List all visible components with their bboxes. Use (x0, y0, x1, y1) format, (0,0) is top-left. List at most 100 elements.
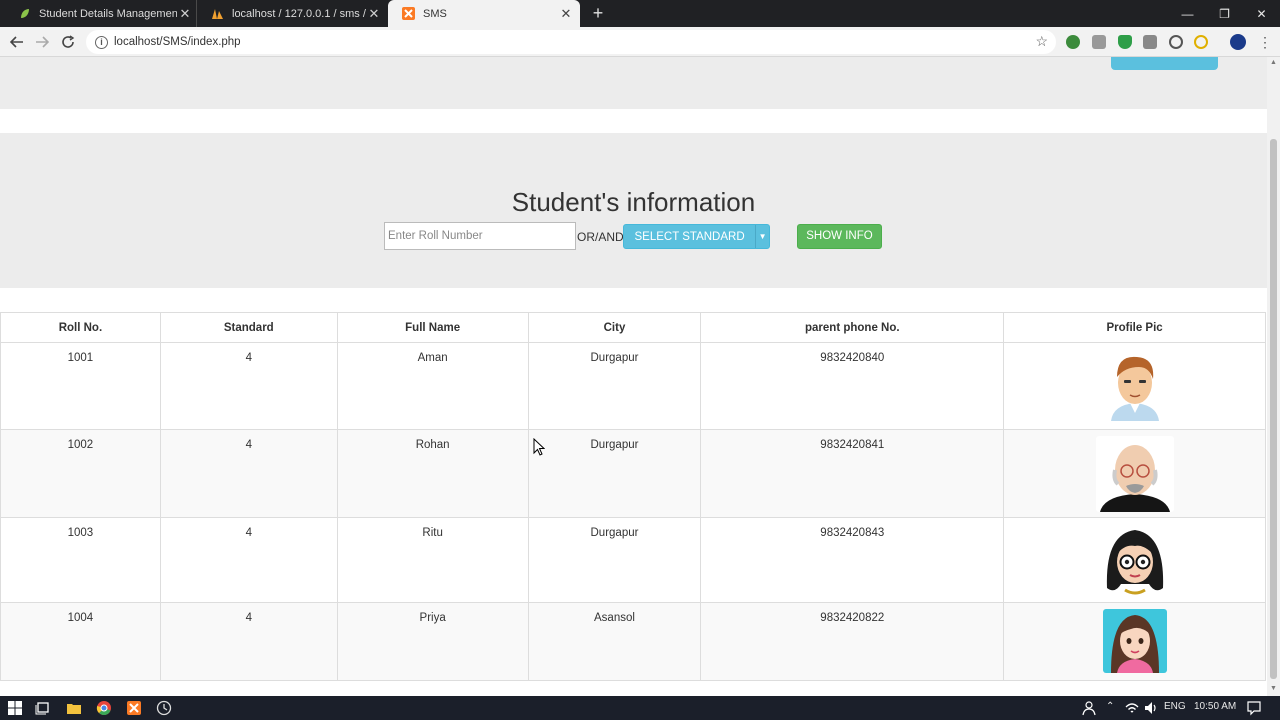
new-tab-button[interactable]: + (588, 3, 608, 24)
roll-cell: 1002 (0, 429, 161, 518)
standard-cell: 4 (159, 429, 338, 518)
address-url: localhost/SMS/index.php (114, 36, 241, 48)
woman-glasses-avatar (1102, 524, 1167, 596)
info-icon[interactable]: i (95, 35, 108, 49)
file-explorer-icon[interactable] (66, 700, 82, 716)
bald-man-avatar (1095, 436, 1174, 512)
city-cell: Durgapur (527, 342, 702, 430)
show-hidden-icons-chevron-icon[interactable]: ⌃ (1106, 701, 1114, 712)
city-cell: Durgapur (527, 429, 702, 518)
city-cell: Durgapur (527, 517, 702, 603)
extension-icon[interactable] (1143, 35, 1157, 49)
minimize-button[interactable]: — (1169, 0, 1206, 27)
page-scrollbar[interactable]: ▲ ▼ (1267, 57, 1280, 696)
block-extension-icon[interactable] (1169, 35, 1183, 49)
table-row: 1002 4 Rohan Durgapur 9832420841 (0, 429, 1266, 518)
show-info-button[interactable]: SHOW INFO (797, 224, 882, 249)
standard-cell: 4 (159, 517, 338, 603)
menu-kebab-icon[interactable]: ⋮ (1254, 31, 1276, 53)
students-table: Roll No. Standard Full Name City parent … (0, 312, 1266, 681)
close-tab-icon[interactable]: ✕ (558, 6, 574, 22)
wifi-icon[interactable] (1124, 700, 1140, 716)
browser-tab[interactable]: Student Details Management Sy ✕ (4, 0, 199, 27)
roll-number-input[interactable] (384, 222, 576, 250)
roll-cell: 1004 (0, 602, 161, 681)
scroll-down-arrow-icon[interactable]: ▼ (1267, 685, 1280, 692)
girl-avatar (1102, 609, 1167, 673)
xampp-icon (402, 7, 415, 20)
address-bar[interactable]: i localhost/SMS/index.php ☆ (86, 30, 1056, 54)
task-view-icon[interactable] (35, 700, 51, 716)
clock[interactable]: 10:50 AM (1194, 701, 1236, 712)
or-and-label: OR/AND (577, 230, 624, 244)
profile-pic-cell (1003, 517, 1266, 603)
phone-cell: 9832420840 (700, 342, 1005, 430)
header-button[interactable] (1111, 57, 1218, 70)
standard-cell: 4 (159, 602, 338, 681)
caret-down-icon: ▼ (755, 225, 769, 248)
close-tab-icon[interactable]: ✕ (366, 6, 382, 22)
name-cell: Rohan (336, 429, 529, 518)
camera-extension-icon[interactable] (1092, 35, 1106, 49)
name-cell: Ritu (336, 517, 529, 603)
column-header: Standard (159, 312, 338, 343)
forward-arrow-icon (36, 36, 49, 48)
tab-title: Student Details Management Sy (39, 7, 177, 20)
male-cartoon-avatar (1102, 349, 1167, 421)
back-button[interactable] (6, 31, 28, 53)
profile-avatar[interactable] (1230, 34, 1246, 50)
windows-start-icon[interactable] (7, 700, 23, 716)
phone-cell: 9832420841 (700, 429, 1005, 518)
name-cell: Aman (336, 342, 529, 430)
column-header: Roll No. (0, 312, 161, 343)
chrome-icon[interactable] (96, 700, 112, 716)
roll-cell: 1001 (0, 342, 161, 430)
bookmark-star-icon[interactable]: ☆ (1035, 33, 1048, 50)
table-row: 1003 4 Ritu Durgapur 9832420843 (0, 517, 1266, 603)
table-row: 1004 4 Priya Asansol 9832420822 (0, 602, 1266, 681)
mouse-cursor-icon (533, 438, 545, 456)
tab-title: localhost / 127.0.0.1 / sms / adm (232, 7, 366, 20)
people-icon[interactable] (1080, 700, 1096, 716)
tab-title: SMS (423, 7, 447, 20)
action-center-icon[interactable] (1246, 700, 1262, 716)
table-header-row: Roll No. Standard Full Name City parent … (0, 312, 1266, 343)
roll-cell: 1003 (0, 517, 161, 603)
standard-cell: 4 (159, 342, 338, 430)
xampp-taskbar-icon[interactable] (126, 700, 142, 716)
restore-button[interactable]: ❐ (1206, 0, 1243, 27)
table-row: 1001 4 Aman Durgapur 9832420840 (0, 342, 1266, 430)
close-tab-icon[interactable]: ✕ (177, 6, 193, 22)
reload-icon (62, 35, 75, 48)
name-cell: Priya (336, 602, 529, 681)
extension-globe-icon[interactable] (1066, 35, 1080, 49)
phone-cell: 9832420843 (700, 517, 1005, 603)
browser-tab-strip: Student Details Management Sy ✕ localhos… (0, 0, 1280, 27)
browser-tab-active[interactable]: SMS ✕ (388, 0, 580, 27)
leaf-icon (21, 9, 29, 18)
scroll-up-arrow-icon[interactable]: ▲ (1267, 59, 1280, 66)
scrollbar-thumb[interactable] (1270, 139, 1277, 679)
search-panel: Student's information OR/AND SELECT STAN… (0, 133, 1267, 288)
page-viewport: Student's information OR/AND SELECT STAN… (0, 57, 1267, 696)
reload-button[interactable] (57, 31, 79, 53)
profile-pic-cell (1003, 429, 1266, 518)
back-arrow-icon (10, 36, 23, 48)
link-extension-icon[interactable] (1194, 35, 1208, 49)
column-header: Full Name (336, 312, 529, 343)
column-header: parent phone No. (700, 312, 1005, 343)
app-taskbar-icon[interactable] (156, 700, 172, 716)
page-title: Student's information (511, 187, 756, 217)
select-standard-dropdown[interactable]: SELECT STANDARD ▼ (623, 224, 770, 249)
shield-extension-icon[interactable] (1118, 35, 1132, 49)
column-header: Profile Pic (1003, 312, 1266, 343)
browser-tab[interactable]: localhost / 127.0.0.1 / sms / adm ✕ (196, 0, 388, 27)
volume-icon[interactable] (1143, 700, 1159, 716)
forward-button[interactable] (31, 31, 53, 53)
language-indicator[interactable]: ENG (1164, 701, 1186, 712)
close-window-button[interactable]: ✕ (1243, 0, 1280, 27)
windows-taskbar: ⌃ ENG 10:50 AM (0, 696, 1280, 720)
select-standard-label: SELECT STANDARD (634, 230, 745, 243)
column-header: City (527, 312, 702, 343)
header-band (0, 57, 1267, 109)
